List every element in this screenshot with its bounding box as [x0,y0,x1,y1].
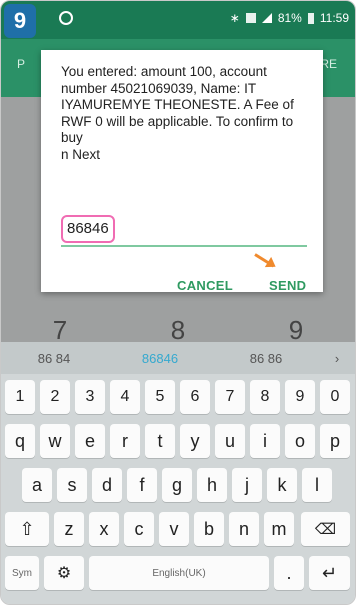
keyboard-row-top: q w e r t y u i o p [1,424,355,468]
settings-gear-icon[interactable]: ⚙ [44,556,84,590]
key-m[interactable]: m [264,512,294,546]
key-7[interactable]: 7 [215,380,245,414]
key-4[interactable]: 4 [110,380,140,414]
key-8[interactable]: 8 [250,380,280,414]
key-d[interactable]: d [92,468,122,502]
key-f[interactable]: f [127,468,157,502]
key-e[interactable]: e [75,424,105,458]
status-bar: ∗ 81% 11:59 [1,1,355,39]
reply-input[interactable]: 86846 [61,215,307,247]
phone-screen: 9 ∗ 81% 11:59 P RE 7 8 9 You entered: am… [0,0,356,605]
backspace-key-icon[interactable]: ⌫ [301,512,350,546]
key-h[interactable]: h [197,468,227,502]
key-5[interactable]: 5 [145,380,175,414]
key-r[interactable]: r [110,424,140,458]
key-0[interactable]: 0 [320,380,350,414]
sym-key[interactable]: Sym [5,556,39,590]
suggestion-3[interactable]: 86 86 [213,351,319,366]
key-p[interactable]: p [320,424,350,458]
sim-icon [245,13,256,23]
key-1[interactable]: 1 [5,380,35,414]
send-button[interactable]: SEND [269,278,306,293]
dialog-message: You entered: amount 100, account number … [61,64,294,162]
key-v[interactable]: v [159,512,189,546]
step-badge: 9 [4,4,36,38]
key-y[interactable]: y [180,424,210,458]
status-time: 11:59 [319,11,349,25]
key-t[interactable]: t [145,424,175,458]
ussd-dialog: You entered: amount 100, account number … [41,50,323,293]
key-u[interactable]: u [215,424,245,458]
keyboard: 1 2 3 4 5 6 7 8 9 0 q w e r t y u i o p … [1,374,355,604]
keyboard-row-middle: a s d f g h j k l [1,468,355,512]
key-c[interactable]: c [124,512,154,546]
key-i[interactable]: i [250,424,280,458]
app-bar-left-text: P [17,57,26,71]
battery-text: 81% [277,11,302,25]
pointer-arrow-icon [254,253,275,268]
cancel-button[interactable]: CANCEL [177,278,233,293]
battery-icon [307,12,314,24]
keyboard-row-numbers: 1 2 3 4 5 6 7 8 9 0 [1,380,355,424]
key-k[interactable]: k [267,468,297,502]
suggestion-bar: 86 84 86846 86 86 › [1,342,355,374]
key-x[interactable]: x [89,512,119,546]
keyboard-row-bottom: ⇧ z x c v b n m ⌫ [1,512,355,556]
suggestion-more-icon[interactable]: › [319,351,355,366]
suggestion-2[interactable]: 86846 [107,351,213,366]
notification-icon [59,11,73,25]
shift-key-icon[interactable]: ⇧ [5,512,49,546]
key-z[interactable]: z [54,512,84,546]
key-l[interactable]: l [302,468,332,502]
reply-input-value[interactable]: 86846 [61,215,115,243]
key-j[interactable]: j [232,468,262,502]
suggestion-1[interactable]: 86 84 [1,351,107,366]
enter-key-icon[interactable]: ↵ [309,556,350,590]
key-n[interactable]: n [229,512,259,546]
key-g[interactable]: g [162,468,192,502]
signal-icon [261,13,272,23]
key-2[interactable]: 2 [40,380,70,414]
key-a[interactable]: a [22,468,52,502]
keyboard-row-function: Sym ⚙ English(UK) . ↵ [1,556,355,600]
key-b[interactable]: b [194,512,224,546]
key-o[interactable]: o [285,424,315,458]
key-s[interactable]: s [57,468,87,502]
key-w[interactable]: w [40,424,70,458]
key-3[interactable]: 3 [75,380,105,414]
space-key[interactable]: English(UK) [89,556,269,590]
key-6[interactable]: 6 [180,380,210,414]
key-q[interactable]: q [5,424,35,458]
key-9[interactable]: 9 [285,380,315,414]
bluetooth-icon: ∗ [229,11,240,25]
period-key[interactable]: . [274,556,304,590]
